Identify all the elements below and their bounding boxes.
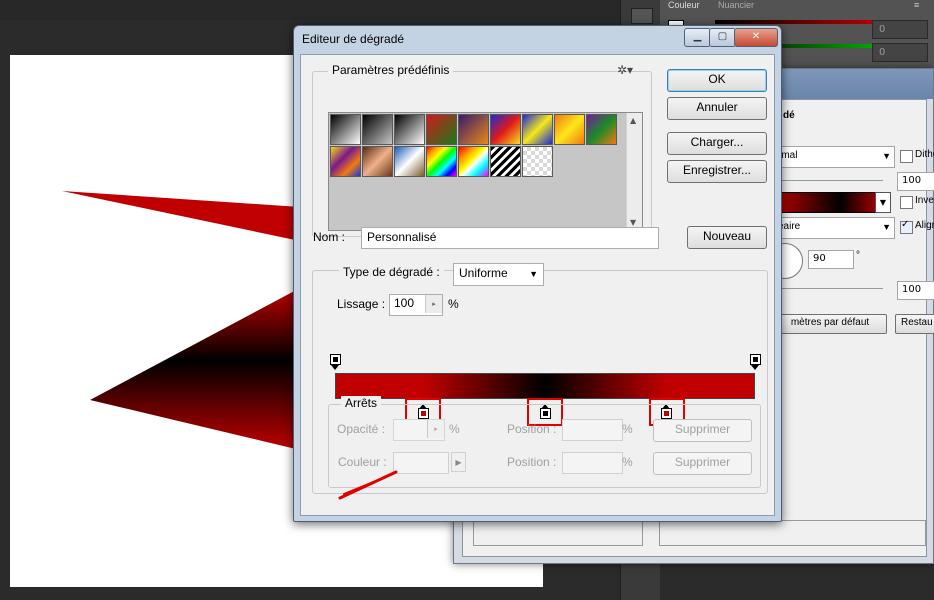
gear-icon[interactable]: ✲▾ xyxy=(617,63,633,77)
color-position-label: Position : xyxy=(507,455,557,469)
preset-swatch-transparent-stripes[interactable] xyxy=(490,146,521,177)
panel-menu-icon[interactable]: ≡ xyxy=(914,0,919,11)
color-position-input[interactable] xyxy=(562,452,623,474)
style-select[interactable]: éaire ▼ xyxy=(773,217,895,239)
scroll-down-icon[interactable]: ▼ xyxy=(630,218,636,227)
photoshop-top-strip xyxy=(0,0,620,20)
delete-color-stop-button[interactable]: Supprimer xyxy=(653,452,752,475)
blend-mode-select[interactable]: rmal ▼ xyxy=(773,146,895,168)
dither-label: Dithe xyxy=(915,149,934,160)
stepper-arrow-icon[interactable]: ▸ xyxy=(425,295,442,313)
preset-swatch-violet-orange[interactable] xyxy=(458,114,489,145)
close-button[interactable]: ✕ xyxy=(734,28,778,47)
opacity-position-unit: % xyxy=(622,422,633,436)
chevron-down-icon: ▼ xyxy=(882,222,891,232)
preset-swatch-spectrum[interactable] xyxy=(426,146,457,177)
color-position-unit: % xyxy=(622,455,633,469)
load-button[interactable]: Charger... xyxy=(667,132,767,155)
smoothness-value[interactable]: 100 xyxy=(394,296,414,310)
preset-swatch-red-green[interactable] xyxy=(426,114,457,145)
new-button[interactable]: Nouveau xyxy=(687,226,767,249)
smoothness-unit: % xyxy=(448,297,459,311)
layer-style-lower-frame xyxy=(473,520,643,546)
preset-swatch-violet-green-orange[interactable] xyxy=(586,114,617,145)
gradient-type-label: Type de dégradé : xyxy=(339,265,444,279)
layer-style-section-title: dé xyxy=(783,110,795,121)
smoothness-label: Lissage : xyxy=(337,297,386,311)
opacity-value[interactable]: 100 xyxy=(897,172,934,191)
opacity-label: Opacité : xyxy=(337,422,386,436)
checkmark-icon: ✓ xyxy=(901,219,910,230)
smoothness-stepper[interactable]: 100 ▸ xyxy=(389,294,443,316)
chevron-down-icon: ▼ xyxy=(529,269,538,279)
cancel-button[interactable]: Annuler xyxy=(667,97,767,120)
stops-legend: Arrêts xyxy=(341,396,382,410)
preset-swatch-yellow-violet-orange-blue[interactable] xyxy=(330,146,361,177)
default-settings-button[interactable]: mètres par défaut xyxy=(773,314,887,334)
gradient-dropdown-arrow-icon[interactable]: ▼ xyxy=(875,192,891,213)
stepper-arrow-icon[interactable]: ▸ xyxy=(427,420,444,438)
gradient-type-select[interactable]: Uniforme ▼ xyxy=(453,263,544,286)
gradient-preview-field[interactable] xyxy=(773,192,885,213)
angle-value[interactable]: 90 xyxy=(808,250,854,269)
name-input[interactable]: Personnalisé xyxy=(361,227,659,249)
reverse-checkbox[interactable] xyxy=(900,196,913,209)
preset-swatch-foreground-to-transparent[interactable] xyxy=(362,114,393,145)
opacity-stepper[interactable]: ▸ xyxy=(393,419,445,441)
tab-couleur[interactable]: Couleur xyxy=(668,0,700,11)
preset-swatch-blue-red-yellow[interactable] xyxy=(490,114,521,145)
align-label: Align xyxy=(915,220,934,231)
preset-swatch-black-white[interactable] xyxy=(394,114,425,145)
save-button[interactable]: Enregistrer... xyxy=(667,160,767,183)
ok-button[interactable]: OK xyxy=(667,69,767,92)
align-checkbox[interactable]: ✓ xyxy=(900,219,913,234)
scale-slider-track[interactable] xyxy=(773,288,883,289)
reverse-label: Inve xyxy=(915,195,934,206)
preset-swatch-foreground-to-background[interactable] xyxy=(330,114,361,145)
dialog-title: Editeur de dégradé xyxy=(302,32,405,46)
gradient-editor-dialog: Editeur de dégradé ▁ ▢ ✕ Paramètres préd… xyxy=(293,25,782,522)
upper-red-triangle xyxy=(62,191,300,241)
stop-color-swatch[interactable] xyxy=(393,452,449,474)
preset-swatch-orange-yellow-orange[interactable] xyxy=(554,114,585,145)
scroll-up-icon[interactable]: ▲ xyxy=(630,116,636,125)
opacity-unit: % xyxy=(449,422,460,436)
chevron-down-icon: ▼ xyxy=(882,151,891,161)
opacity-stop[interactable] xyxy=(749,354,761,370)
tab-nuancier[interactable]: Nuancier xyxy=(718,0,754,11)
red-channel-value[interactable]: 0 xyxy=(872,20,928,39)
preset-swatch-transparent-rainbow[interactable] xyxy=(458,146,489,177)
maximize-button[interactable]: ▢ xyxy=(709,28,736,47)
angle-unit: ° xyxy=(856,250,860,261)
opacity-slider-track[interactable] xyxy=(773,180,883,181)
opacity-position-label: Position : xyxy=(507,422,557,436)
name-label: Nom : xyxy=(313,230,346,244)
reset-button[interactable]: Restau xyxy=(895,314,934,334)
minimize-button[interactable]: ▁ xyxy=(684,28,711,47)
presets-list: ▲ ▼ xyxy=(328,112,643,231)
opacity-position-input[interactable] xyxy=(562,419,623,441)
green-channel-value[interactable]: 0 xyxy=(872,43,928,62)
dock-tool-icon[interactable] xyxy=(631,8,653,24)
preset-swatch-blue-yellow-blue[interactable] xyxy=(522,114,553,145)
presets-scrollbar[interactable]: ▲ ▼ xyxy=(626,113,642,230)
opacity-stop[interactable] xyxy=(329,354,341,370)
annotation-arrow xyxy=(338,470,398,500)
preset-swatch-neutral-density[interactable] xyxy=(522,146,553,177)
preset-swatch-copper[interactable] xyxy=(362,146,393,177)
gradient-preview-bar[interactable] xyxy=(335,373,755,399)
dither-checkbox[interactable] xyxy=(900,150,913,163)
delete-opacity-stop-button[interactable]: Supprimer xyxy=(653,419,752,442)
lower-gradient-triangle xyxy=(90,288,300,450)
scale-value[interactable]: 100 xyxy=(897,281,934,300)
preset-swatch-chrome[interactable] xyxy=(394,146,425,177)
color-picker-arrow-icon[interactable]: ▶ xyxy=(451,452,466,472)
dialog-body: Paramètres prédéfinis ✲▾ ▲ ▼ OK Annuler … xyxy=(300,54,775,516)
presets-legend: Paramètres prédéfinis xyxy=(328,63,454,77)
layer-style-lower-frame xyxy=(659,520,926,546)
